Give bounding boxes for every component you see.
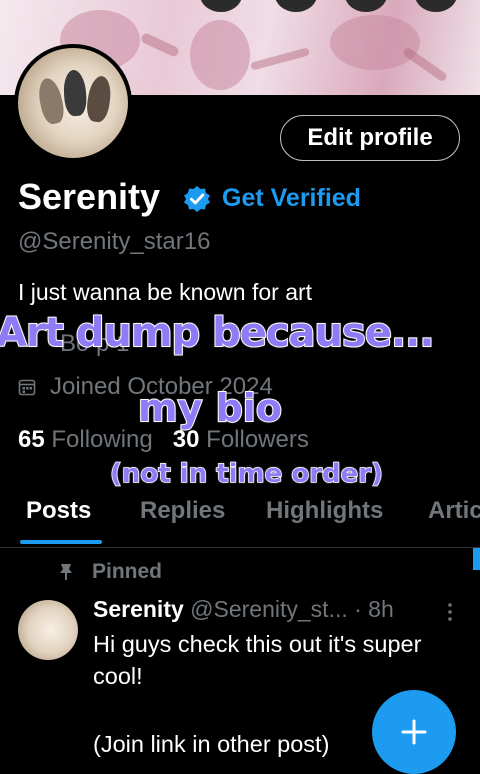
post-body-line: (Join link in other post) bbox=[93, 731, 330, 757]
profile-avatar[interactable] bbox=[14, 44, 132, 162]
tab-replies[interactable]: Replies bbox=[140, 497, 225, 525]
compose-post-button[interactable] bbox=[372, 690, 456, 774]
display-name: Serenity bbox=[18, 176, 161, 217]
tab-articles[interactable]: Artic bbox=[428, 497, 480, 525]
profile-handle: @Serenity_star16 bbox=[18, 228, 211, 255]
overlay-caption-line1: Art dump because... bbox=[0, 309, 436, 357]
following-count: 65 bbox=[18, 426, 45, 453]
overlay-caption-line2: my bio bbox=[137, 385, 283, 431]
edit-profile-button[interactable]: Edit profile bbox=[280, 115, 460, 161]
pinned-label: Pinned bbox=[92, 560, 163, 583]
more-options-icon[interactable] bbox=[444, 600, 456, 624]
followers-count: 30 bbox=[172, 426, 200, 453]
overlay-caption-line3: (not in time order) bbox=[109, 458, 383, 490]
post-time: · 8h bbox=[354, 596, 394, 622]
profile-bio: I just wanna be known for art bbox=[18, 279, 313, 305]
followers-link[interactable]: 30 Followers bbox=[173, 426, 309, 453]
post-header: Serenity @Serenity_st... · 8h bbox=[93, 596, 394, 623]
post-author-name[interactable]: Serenity bbox=[93, 596, 184, 622]
pin-icon bbox=[60, 564, 72, 580]
plus-icon bbox=[401, 719, 427, 745]
tab-posts[interactable]: Posts bbox=[26, 497, 91, 525]
following-label: Following bbox=[51, 426, 153, 453]
post-author-handle[interactable]: @Serenity_st... bbox=[190, 596, 348, 622]
followers-label: Followers bbox=[206, 426, 309, 453]
scroll-indicator bbox=[473, 548, 480, 570]
calendar-icon bbox=[18, 379, 36, 396]
get-verified-link[interactable]: Get Verified bbox=[222, 184, 361, 213]
pinned-indicator: Pinned bbox=[58, 560, 162, 584]
active-tab-indicator bbox=[20, 540, 102, 544]
following-link[interactable]: 65 Following bbox=[18, 426, 153, 453]
follow-stats: 65 Following 30 Followers bbox=[18, 426, 309, 454]
verified-badge-icon[interactable] bbox=[182, 184, 212, 214]
tab-highlights[interactable]: Highlights bbox=[266, 497, 383, 525]
post-author-avatar[interactable] bbox=[18, 600, 78, 660]
post-body: Hi guys check this out it's super cool! bbox=[93, 631, 422, 689]
